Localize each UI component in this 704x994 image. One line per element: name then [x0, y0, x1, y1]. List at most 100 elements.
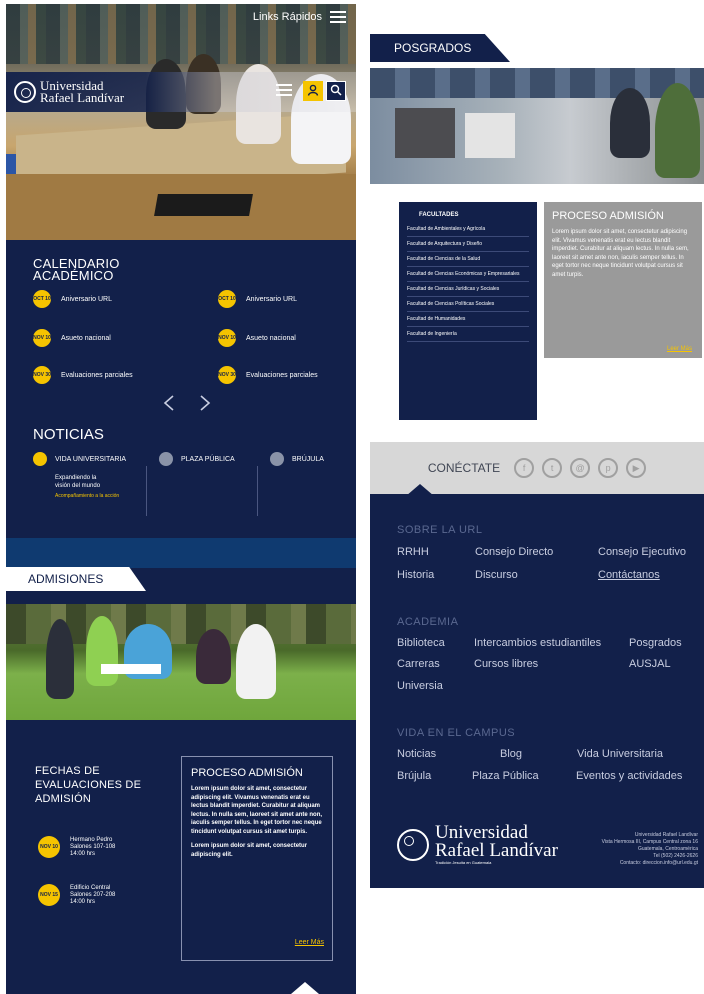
menu-button[interactable]: [276, 84, 292, 96]
facultad-link[interactable]: Facultad de Arquitectura y Diseño: [407, 237, 529, 252]
footer-link-vida-universitaria[interactable]: Vida Universitaria: [577, 748, 663, 760]
facultad-link[interactable]: Facultad de Ciencias Jurídicas y Sociale…: [407, 282, 529, 297]
footer-address: Universidad Rafael Landívar Vista Hermos…: [601, 832, 698, 866]
facultad-link[interactable]: Facultad de Ciencias de la Salud: [407, 252, 529, 267]
footer-link-noticias[interactable]: Noticias: [397, 748, 436, 760]
footer-link-discurso[interactable]: Discurso: [475, 569, 518, 581]
news-story-title: visión del mundo: [55, 483, 101, 489]
chevron-left-icon: [163, 395, 174, 411]
footer-link-cursos-libres[interactable]: Cursos libres: [474, 658, 538, 670]
date-badge: NOV 15: [38, 884, 60, 906]
footer-link-consejo-ejecutivo[interactable]: Consejo Ejecutivo: [598, 546, 686, 558]
footer-link-ausjal[interactable]: AUSJAL: [629, 658, 671, 670]
event-label: Evaluaciones parciales: [61, 371, 133, 379]
footer-link-biblioteca[interactable]: Biblioteca: [397, 637, 445, 649]
calendar-event[interactable]: OCT 10 Aniversario URL: [33, 290, 112, 308]
calendar-next-button[interactable]: [198, 394, 212, 417]
search-button[interactable]: [326, 81, 346, 101]
section-notch: [291, 982, 319, 994]
divider: [257, 466, 258, 516]
news-story-link[interactable]: Acompañamiento a la acción: [55, 492, 119, 500]
footer-link-intercambios[interactable]: Intercambios estudiantiles: [474, 637, 601, 649]
calendar-event[interactable]: NOV 30 Evaluaciones parciales: [33, 366, 133, 384]
fecha-item: NOV 15 Edificio Central Salones 207-208 …: [38, 884, 115, 906]
calendar-event[interactable]: OCT 10 Aniversario URL: [218, 290, 297, 308]
students-park-photo: [6, 604, 356, 720]
facultad-link[interactable]: Facultad de Ingeniería: [407, 327, 529, 342]
proceso-text: Lorem ipsum dolor sit amet, consectetur …: [191, 786, 323, 835]
footer-link-rrhh[interactable]: RRHH: [397, 546, 429, 558]
proceso-text: Lorem ipsum dolor sit amet, consectetur …: [552, 229, 689, 278]
posgrados-page: POSGRADOS FACULTADES Facultad de Ambient…: [370, 4, 704, 888]
mobile-home-page: Links Rápidos Universidad Rafael Landíva…: [6, 4, 356, 994]
divider: [146, 466, 147, 516]
tab-plaza-publica[interactable]: PLAZA PÚBLICA: [159, 452, 235, 466]
pinterest-icon[interactable]: p: [598, 458, 619, 478]
calendar-prev-button[interactable]: [162, 394, 176, 417]
calendar-event[interactable]: NOV 10 Asueto nacional: [218, 329, 296, 347]
date-badge: OCT 10: [218, 290, 236, 308]
proceso-admision-card: PROCESO ADMISIÓN Lorem ipsum dolor sit a…: [544, 202, 702, 358]
event-label: Evaluaciones parciales: [246, 371, 318, 379]
fecha-item: NOV 10 Hermano Pedro Salones 107-108 14:…: [38, 836, 115, 858]
event-label: Aniversario URL: [61, 295, 112, 303]
footer-link-contactanos[interactable]: Contáctanos: [598, 569, 660, 581]
user-login-button[interactable]: [303, 81, 323, 101]
vida-title: VIDA EN EL CAMPUS: [397, 727, 516, 739]
date-badge: NOV 10: [218, 329, 236, 347]
quick-links-button[interactable]: Links Rápidos: [253, 11, 346, 23]
facultad-link[interactable]: Facultad de Ambientales y Agrícola: [407, 222, 529, 237]
fechas-title: FECHAS DE EVALUACIONES DE ADMISIÓN: [35, 765, 142, 805]
footer-link-blog[interactable]: Blog: [500, 748, 522, 760]
proceso-admision-card: PROCESO ADMISIÓN Lorem ipsum dolor sit a…: [181, 756, 333, 961]
facultad-link[interactable]: Facultad de Humanidades: [407, 312, 529, 327]
facultades-menu: FACULTADES Facultad de Ambientales y Agr…: [399, 202, 537, 420]
leer-mas-link[interactable]: Leer Más: [295, 939, 324, 946]
footer-link-historia[interactable]: Historia: [397, 569, 434, 581]
posgrados-tab: POSGRADOS: [370, 34, 510, 62]
date-badge: NOV 30: [33, 366, 51, 384]
noticias-title: NOTICIAS: [33, 426, 104, 443]
connect-label: CONÉCTATE: [427, 461, 501, 475]
calendar-event[interactable]: NOV 30 Evaluaciones parciales: [218, 366, 318, 384]
footer-link-universia[interactable]: Universia: [397, 680, 443, 692]
email-icon[interactable]: @: [570, 458, 591, 478]
sobre-title: SOBRE LA URL: [397, 524, 483, 536]
footer-link-plaza-publica[interactable]: Plaza Pública: [472, 770, 539, 782]
news-story-title: Expandiendo la: [55, 475, 97, 481]
footer-link-eventos[interactable]: Eventos y actividades: [576, 770, 682, 782]
event-label: Asueto nacional: [61, 334, 111, 342]
academia-title: ACADEMIA: [397, 616, 459, 628]
proceso-title: PROCESO ADMISIÓN: [552, 210, 664, 222]
footer-link-consejo-directo[interactable]: Consejo Directo: [475, 546, 553, 558]
university-logo[interactable]: Universidad Rafael Landívar: [14, 79, 124, 104]
calendario-title: CALENDARIO ACADÉMICO: [33, 256, 120, 283]
leer-mas-link[interactable]: Leer Más: [667, 346, 692, 352]
twitter-icon[interactable]: t: [542, 458, 563, 478]
tab-brujula[interactable]: BRÚJULA: [270, 452, 324, 466]
hero-library-photo: [6, 4, 356, 240]
hamburger-icon: [276, 84, 292, 96]
calendar-event[interactable]: NOV 10 Asueto nacional: [33, 329, 111, 347]
date-badge: NOV 10: [38, 836, 60, 858]
site-footer: SOBRE LA URL RRHH Consejo Directo Consej…: [370, 484, 704, 888]
tab-indicator-icon: [159, 452, 173, 466]
tab-vida-universitaria[interactable]: VIDA UNIVERSITARIA: [33, 452, 126, 466]
news-story[interactable]: Expandiendo la visión del mundo Acompaña…: [55, 474, 119, 500]
footer-link-brujula[interactable]: Brújula: [397, 770, 431, 782]
event-label: Asueto nacional: [246, 334, 296, 342]
footer-link-carreras[interactable]: Carreras: [397, 658, 440, 670]
footer-logo-line2: Rafael Landívar: [435, 840, 558, 861]
facebook-icon[interactable]: f: [514, 458, 535, 478]
lab-students-photo: [370, 68, 704, 184]
search-icon: [330, 84, 342, 99]
youtube-icon[interactable]: ▶: [626, 458, 647, 478]
footer-logo[interactable]: Universidad Rafael Landívar Tradición Je…: [397, 823, 558, 865]
facultades-title: FACULTADES: [419, 212, 459, 218]
menu-icon: [330, 11, 346, 23]
facultad-link[interactable]: Facultad de Ciencias Políticas Sociales: [407, 297, 529, 312]
date-badge: OCT 10: [33, 290, 51, 308]
admisiones-tab: ADMISIONES: [6, 567, 146, 591]
facultad-link[interactable]: Facultad de Ciencias Económicas y Empres…: [407, 267, 529, 282]
footer-link-posgrados[interactable]: Posgrados: [629, 637, 682, 649]
